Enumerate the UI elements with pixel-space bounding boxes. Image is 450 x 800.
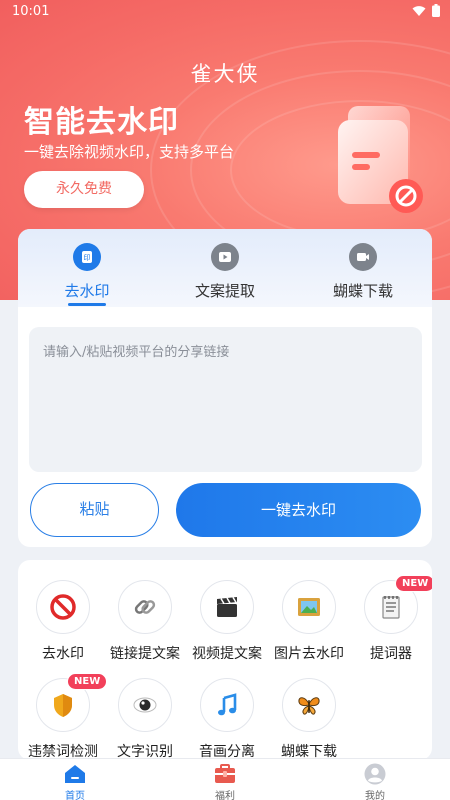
share-link-input[interactable]: [29, 327, 422, 472]
nav-label: 我的: [365, 791, 385, 800]
wifi-icon: [412, 5, 426, 16]
feature-label: 图片去水印: [274, 646, 344, 662]
hero-subline: 一键去除视频水印，支持多平台: [24, 143, 235, 161]
profile-icon: [363, 763, 387, 785]
tab-label: 蝴蝶下载: [332, 282, 393, 300]
feature-link-copy[interactable]: 链接提文案: [100, 580, 190, 663]
nav-home[interactable]: 首页: [0, 761, 150, 800]
notepad-icon: NEW: [364, 575, 432, 634]
butterfly-icon: [282, 678, 336, 732]
feature-label: 去水印: [42, 646, 84, 662]
tab-butterfly-download[interactable]: 蝴蝶下载: [294, 243, 432, 301]
video-copy-icon: [211, 243, 239, 271]
feature-audio-separation[interactable]: 音画分离: [182, 678, 272, 760]
feature-label: 提词器: [370, 646, 412, 662]
svg-text:印: 印: [84, 254, 91, 262]
tab-extract-copy[interactable]: 文案提取: [156, 243, 294, 301]
battery-icon: [432, 4, 440, 17]
nav-label: 首页: [65, 791, 85, 800]
feature-image-watermark[interactable]: 图片去水印: [264, 580, 354, 663]
document-illustration-icon: [338, 106, 423, 213]
feature-video-copy[interactable]: 视频提文案: [182, 580, 272, 663]
status-bar: 10:01: [0, 0, 450, 24]
status-time: 10:01: [12, 4, 50, 19]
hero-headline: 智能去水印: [24, 105, 179, 140]
music-note-icon: [200, 678, 254, 732]
feature-teleprompter[interactable]: NEW 提词器: [346, 575, 432, 663]
prohibited-icon: [36, 580, 90, 634]
active-tab-indicator: [68, 303, 106, 306]
app-title: 雀大侠: [190, 62, 260, 86]
feature-banned-words[interactable]: NEW 违禁词检测: [18, 673, 108, 760]
camera-download-icon: [349, 243, 377, 271]
feature-label: 链接提文案: [110, 646, 180, 662]
shield-icon: NEW: [36, 673, 108, 732]
tab-label: 去水印: [64, 282, 110, 300]
remove-watermark-button[interactable]: 一键去水印: [176, 483, 421, 537]
nav-label: 福利: [215, 791, 235, 800]
watermark-tool-card: 印 去水印 文案提取 蝴蝶下载 粘贴 一键去水印: [18, 229, 432, 547]
feature-label: 视频提文案: [192, 646, 262, 662]
picture-icon: [282, 580, 336, 634]
feature-text-recognition[interactable]: 文字识别: [100, 678, 190, 760]
feature-butterfly-download[interactable]: 蝴蝶下载: [264, 678, 354, 760]
watermark-icon: 印: [73, 243, 101, 271]
feature-remove-watermark[interactable]: 去水印: [18, 580, 108, 663]
nav-welfare[interactable]: 福利: [150, 761, 300, 800]
gift-box-icon: [213, 763, 237, 785]
new-badge: NEW: [395, 575, 432, 592]
paste-button[interactable]: 粘贴: [30, 483, 159, 537]
eye-icon: [118, 678, 172, 732]
home-icon: [63, 763, 87, 785]
link-icon: [118, 580, 172, 634]
bottom-navigation: 首页 福利 我的: [0, 758, 450, 800]
clapper-icon: [200, 580, 254, 634]
tab-label: 文案提取: [194, 282, 255, 300]
tab-remove-watermark[interactable]: 印 去水印: [18, 243, 156, 301]
free-forever-button[interactable]: 永久免费: [24, 171, 144, 208]
feature-grid: 去水印 链接提文案 视频提文案 图片去水印 NEW 提词器 NEW 违禁词检测: [18, 560, 432, 760]
nav-profile[interactable]: 我的: [300, 761, 450, 800]
